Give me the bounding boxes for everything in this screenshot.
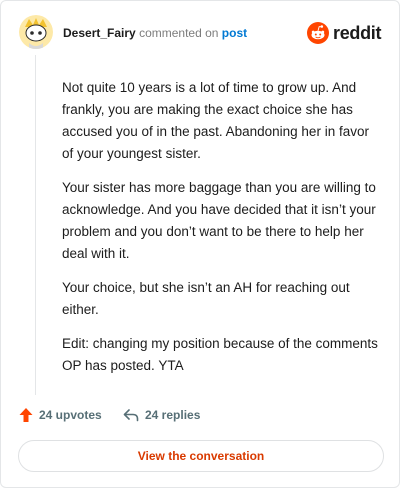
comment-paragraph: Your sister has more baggage than you ar… xyxy=(62,180,376,261)
comment-card: Desert_Fairy commented on post reddit No… xyxy=(0,0,400,488)
comment-paragraph: Not quite 10 years is a lot of time to g… xyxy=(62,80,369,161)
thread-line xyxy=(35,55,36,395)
upvote-arrow-icon xyxy=(19,408,33,422)
reddit-logo-icon xyxy=(307,22,329,44)
reply-arrow-icon xyxy=(123,409,139,422)
post-link[interactable]: post xyxy=(222,26,247,40)
reddit-wordmark: reddit xyxy=(333,23,382,43)
upvote-button[interactable]: 24 upvotes xyxy=(19,403,102,427)
snoo-avatar-icon xyxy=(19,15,53,49)
reply-count: 24 replies xyxy=(145,408,201,422)
reddit-brand[interactable]: reddit xyxy=(307,21,383,45)
comment-body: Not quite 10 years is a lot of time to g… xyxy=(62,77,378,389)
avatar[interactable] xyxy=(19,15,53,49)
author-name[interactable]: Desert_Fairy xyxy=(63,26,136,40)
action-text: commented on xyxy=(139,26,219,40)
comment-paragraph: Edit: changing my position because of th… xyxy=(62,336,378,373)
comment-meta: Desert_Fairy commented on post xyxy=(63,26,247,40)
upvote-count: 24 upvotes xyxy=(39,408,102,422)
comment-header: Desert_Fairy commented on post reddit xyxy=(15,13,385,53)
view-conversation-button[interactable]: View the conversation xyxy=(18,440,384,472)
comment-actions: 24 upvotes 24 replies xyxy=(19,403,379,427)
comment-paragraph: Your choice, but she isn’t an AH for rea… xyxy=(62,280,350,317)
reply-button[interactable]: 24 replies xyxy=(123,403,200,427)
